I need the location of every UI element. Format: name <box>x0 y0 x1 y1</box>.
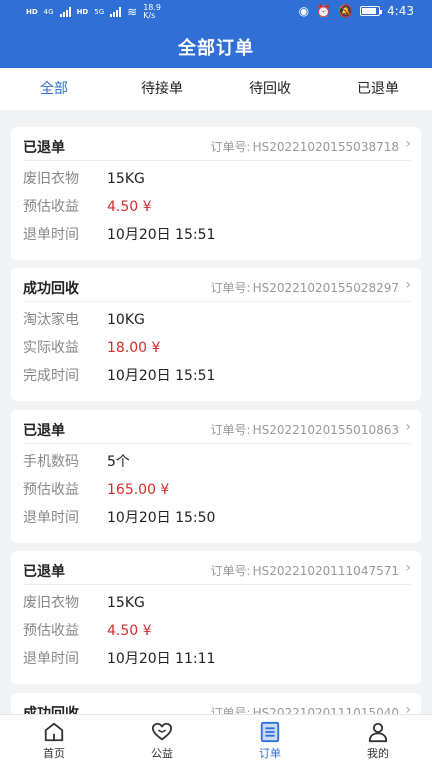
tab-all[interactable]: 全部 <box>0 68 108 110</box>
row-value: 10KG <box>107 312 145 328</box>
nav-home-label: 首页 <box>43 747 65 760</box>
order-number-label: 订单号: <box>210 564 251 578</box>
bottom-nav: 首页 公益 订单 我的 <box>0 714 432 768</box>
order-card-header: 已退单 订单号: HS20221020111047571 › <box>23 551 411 585</box>
status-bar-left: HD 4G HD 5G ≋ 18.9 K/s <box>26 4 161 20</box>
tab-cancelled[interactable]: 已退单 <box>324 68 432 110</box>
nav-profile-label: 我的 <box>367 747 389 760</box>
income-value: 165.00 ¥ <box>107 482 170 498</box>
row-key: 废旧衣物 <box>23 171 79 187</box>
order-card[interactable]: 成功回收 订单号: HS20221020111015040 › <box>11 693 421 714</box>
order-number: 订单号: HS20221020155038718 <box>211 138 399 155</box>
sim2-label: HD <box>76 8 89 16</box>
order-card[interactable]: 成功回收 订单号: HS20221020155028297 › 淘汰家电 10KG … <box>11 268 421 401</box>
nav-home[interactable]: 首页 <box>0 715 108 768</box>
order-list[interactable]: 已退单 订单号: HS20221020155038718 › 废旧衣物 15KG 预… <box>0 110 432 714</box>
order-number-value: HS20221020155028297 <box>252 281 399 295</box>
tab-pending-accept[interactable]: 待接单 <box>108 68 216 110</box>
tab-pending-recycle[interactable]: 待回收 <box>216 68 324 110</box>
income-value: 4.50 ¥ <box>107 199 152 215</box>
order-card[interactable]: 已退单 订单号: HS20221020155038718 › 废旧衣物 15KG 预… <box>11 127 421 260</box>
row-key: 预估收益 <box>23 199 79 215</box>
order-card-header: 已退单 订单号: HS20221020155010863 › <box>23 410 411 444</box>
order-status: 已退单 <box>23 140 65 156</box>
row-key: 预估收益 <box>23 482 79 498</box>
row-key: 退单时间 <box>23 227 79 243</box>
home-icon <box>44 722 64 742</box>
nav-orders[interactable]: 订单 <box>216 715 324 768</box>
battery-icon <box>360 6 383 16</box>
status-bar: HD 4G HD 5G ≋ 18.9 K/s ◉ ⏰ 🔕 4:43 <box>0 0 432 24</box>
wifi-icon: ≋ <box>127 5 138 19</box>
row-key: 手机数码 <box>23 454 79 470</box>
row-key: 废旧衣物 <box>23 595 79 611</box>
order-card-header: 成功回收 订单号: HS20221020155028297 › <box>23 268 411 302</box>
row-key: 淘汰家电 <box>23 312 79 328</box>
chevron-right-icon: › <box>405 702 411 714</box>
order-number-value: HS20221020111047571 <box>252 564 399 578</box>
order-number-label: 订单号: <box>210 706 251 714</box>
heart-icon <box>151 722 173 741</box>
speed-unit: K/s <box>143 11 156 20</box>
order-number-value: HS20221020155038718 <box>252 140 399 154</box>
row-key: 退单时间 <box>23 510 79 526</box>
row-key: 完成时间 <box>23 368 79 384</box>
row-key: 预估收益 <box>23 623 79 639</box>
order-number: 订单号: HS20221020155028297 <box>211 279 399 296</box>
nav-charity-label: 公益 <box>151 747 173 760</box>
chevron-right-icon: › <box>405 277 411 293</box>
row-value: 10月20日 15:50 <box>107 510 216 526</box>
row-value: 10月20日 15:51 <box>107 227 216 243</box>
net1-label: 4G <box>43 8 54 16</box>
chevron-right-icon: › <box>405 560 411 576</box>
order-status: 已退单 <box>23 564 65 580</box>
order-tabs: 全部 待接单 待回收 已退单 <box>0 68 432 110</box>
order-number-label: 订单号: <box>210 281 251 295</box>
order-number: 订单号: HS20221020155010863 <box>211 421 399 438</box>
income-value: 18.00 ¥ <box>107 340 161 356</box>
order-number: 订单号: HS20221020111047571 <box>211 562 399 579</box>
row-value: 15KG <box>107 595 145 611</box>
order-card[interactable]: 已退单 订单号: HS20221020155010863 › 手机数码 5个 预估收… <box>11 410 421 543</box>
eye-icon: ◉ <box>298 4 310 18</box>
nav-orders-label: 订单 <box>259 747 281 760</box>
sim1-label: HD <box>26 8 38 16</box>
mute-bell-icon: 🔕 <box>338 4 354 18</box>
chevron-right-icon: › <box>405 419 411 435</box>
order-card-header: 已退单 订单号: HS20221020155038718 › <box>23 127 411 161</box>
order-list-icon <box>260 721 280 743</box>
signal-1-icon <box>59 7 71 17</box>
row-value: 5个 <box>107 454 130 470</box>
network-speed: 18.9 K/s <box>143 4 161 20</box>
signal-2-icon <box>110 7 122 17</box>
row-key: 退单时间 <box>23 651 79 667</box>
net2-label: 5G <box>94 8 105 16</box>
row-value: 10月20日 11:11 <box>107 651 216 667</box>
row-value: 10月20日 15:51 <box>107 368 216 384</box>
alarm-icon: ⏰ <box>316 4 332 18</box>
order-status: 成功回收 <box>23 706 79 714</box>
order-status: 成功回收 <box>23 281 79 297</box>
nav-charity[interactable]: 公益 <box>108 715 216 768</box>
order-number-label: 订单号: <box>210 423 251 437</box>
row-key: 实际收益 <box>23 340 79 356</box>
order-status: 已退单 <box>23 423 65 439</box>
order-number-value: HS20221020155010863 <box>252 423 399 437</box>
order-card[interactable]: 已退单 订单号: HS20221020111047571 › 废旧衣物 15KG 预… <box>11 551 421 684</box>
order-number: 订单号: HS20221020111015040 <box>211 704 399 714</box>
nav-profile[interactable]: 我的 <box>324 715 432 768</box>
person-icon <box>368 722 388 743</box>
order-number-label: 订单号: <box>210 140 251 154</box>
top-bar: HD 4G HD 5G ≋ 18.9 K/s ◉ ⏰ 🔕 4:43 全部订单 <box>0 0 432 68</box>
clock-time: 4:43 <box>387 4 414 18</box>
order-card-header: 成功回收 订单号: HS20221020111015040 › <box>23 693 411 714</box>
row-value: 15KG <box>107 171 145 187</box>
page-title: 全部订单 <box>178 38 254 59</box>
income-value: 4.50 ¥ <box>107 623 152 639</box>
status-bar-right: ◉ ⏰ 🔕 4:43 <box>299 4 414 18</box>
order-number-value: HS20221020111015040 <box>252 706 399 714</box>
chevron-right-icon: › <box>405 136 411 152</box>
